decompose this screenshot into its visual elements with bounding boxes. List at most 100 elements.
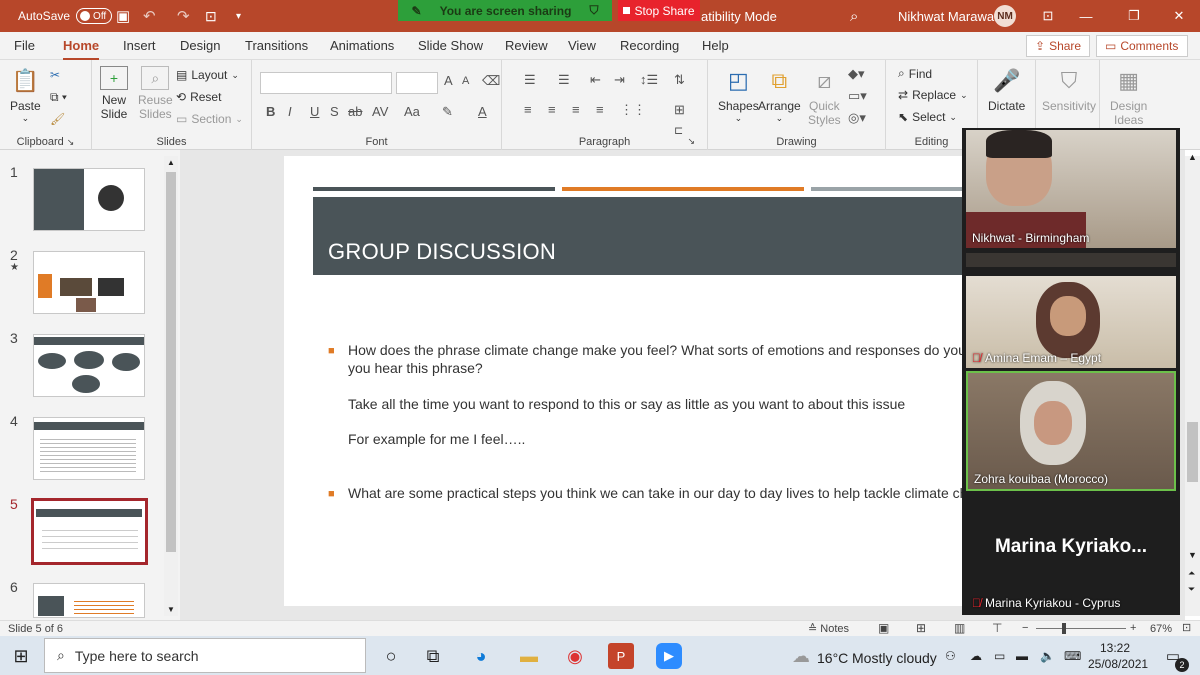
keyboard-icon[interactable]: ⌨ xyxy=(1064,649,1081,663)
zoom-in-icon[interactable]: + xyxy=(1130,622,1136,634)
font-size-combo[interactable] xyxy=(396,72,438,94)
scroll-up-icon[interactable]: ▲ xyxy=(167,158,175,167)
reset-button[interactable]: ⟲ Reset xyxy=(176,90,221,104)
close-icon[interactable]: ✕ xyxy=(1160,0,1198,32)
chrome-icon[interactable]: ◉ xyxy=(562,643,588,669)
participant-tile-4[interactable]: Marina Kyriako... 🎙̸ Marina Kyriakou - Cy… xyxy=(966,494,1176,613)
tab-help[interactable]: Help xyxy=(702,38,729,53)
zoom-slider-thumb[interactable] xyxy=(1062,623,1066,634)
participant-tile-1[interactable]: Nikhwat - Birmingham xyxy=(966,130,1176,248)
text-direction-icon[interactable]: ⇅ xyxy=(674,72,685,88)
align-text-icon[interactable]: ⊞ xyxy=(674,102,685,118)
tab-home[interactable]: Home xyxy=(63,38,100,61)
bold-button[interactable]: B xyxy=(266,104,275,119)
shrink-font-icon[interactable]: A xyxy=(462,75,469,87)
editor-scrollbar[interactable]: ▲ ▼ ⏶ ⏷ xyxy=(1185,152,1200,616)
fit-to-window-icon[interactable]: ⊡ xyxy=(1182,621,1191,634)
tab-slide-show[interactable]: Slide Show xyxy=(418,38,483,53)
thumbnail-scrollbar[interactable]: ▲ ▼ xyxy=(164,156,178,616)
onedrive-icon[interactable]: ☁ xyxy=(970,649,982,663)
scroll-thumb[interactable] xyxy=(166,172,176,552)
align-left-icon[interactable]: ≡ xyxy=(524,102,532,117)
clear-format-icon[interactable]: ⌫ xyxy=(482,73,500,89)
layout-button[interactable]: ▤ Layout ⌄ xyxy=(176,68,239,82)
cortana-icon[interactable]: ○ xyxy=(378,643,404,669)
zoom-level[interactable]: 67% xyxy=(1150,623,1172,635)
slideshow-icon[interactable]: ⊤ xyxy=(992,621,1002,635)
scroll-up-icon[interactable]: ▲ xyxy=(1188,152,1197,162)
scroll-down-icon[interactable]: ▼ xyxy=(1188,550,1197,560)
slide-thumbnail-1[interactable] xyxy=(33,168,145,231)
font-color-button[interactable]: A xyxy=(478,104,487,119)
align-center-icon[interactable]: ≡ xyxy=(548,102,556,117)
scroll-down-icon[interactable]: ▼ xyxy=(167,605,175,614)
zoom-app-icon[interactable]: ▶ xyxy=(656,643,682,669)
customize-qat-icon[interactable]: ▾ xyxy=(236,0,241,32)
shapes-button[interactable]: ◰ Shapes ⌄ xyxy=(718,66,759,124)
user-avatar[interactable]: NM xyxy=(994,0,1016,32)
cut-icon[interactable]: ✂ xyxy=(50,68,60,82)
dictate-button[interactable]: 🎤 Dictate xyxy=(988,66,1025,113)
quick-styles-button[interactable]: ⧄ Quick Styles xyxy=(808,66,841,127)
shadow-button[interactable]: S xyxy=(330,104,339,119)
search-icon[interactable]: ⌕ xyxy=(850,0,858,32)
justify-icon[interactable]: ≡ xyxy=(596,102,604,117)
task-view-icon[interactable]: ⧉ xyxy=(420,643,446,669)
autosave[interactable]: AutoSave Off xyxy=(18,0,113,32)
save-icon[interactable]: ▣ xyxy=(116,0,130,32)
slide-title-box[interactable]: GROUP DISCUSSION xyxy=(313,197,993,275)
file-explorer-icon[interactable]: ▬ xyxy=(516,643,542,669)
restore-icon[interactable]: ❐ xyxy=(1115,0,1153,32)
clock-time[interactable]: 13:22 xyxy=(1100,641,1130,655)
notes-button[interactable]: ≙ Notes xyxy=(808,622,849,635)
tab-insert[interactable]: Insert xyxy=(123,38,156,53)
tab-animations[interactable]: Animations xyxy=(330,38,394,53)
increase-indent-icon[interactable]: ⇥ xyxy=(614,72,625,88)
slide-thumbnail-3[interactable] xyxy=(33,334,145,397)
decrease-indent-icon[interactable]: ⇤ xyxy=(590,72,601,88)
redo-icon[interactable]: ↷ xyxy=(177,0,190,32)
windows-start-icon[interactable]: ⊞ xyxy=(8,643,34,669)
zoom-out-icon[interactable]: − xyxy=(1022,622,1028,634)
normal-view-icon[interactable]: ▣ xyxy=(878,621,889,635)
taskbar-search[interactable]: ⌕ Type here to search xyxy=(44,638,366,673)
grow-font-icon[interactable]: A xyxy=(444,73,453,88)
powerpoint-icon[interactable]: P xyxy=(608,643,634,669)
design-ideas-button[interactable]: ▦ Design Ideas xyxy=(1110,66,1147,127)
scroll-thumb[interactable] xyxy=(1187,422,1198,482)
next-slide-icon[interactable]: ⏷ xyxy=(1188,584,1195,595)
current-slide[interactable]: GROUP DISCUSSION ■ How does the phrase c… xyxy=(284,156,1011,606)
slide-thumbnail-5[interactable] xyxy=(31,498,148,565)
autosave-toggle[interactable]: Off xyxy=(76,8,113,24)
weather-icon[interactable]: ☁ xyxy=(788,643,814,669)
clock-date[interactable]: 25/08/2021 xyxy=(1088,657,1148,671)
shape-fill-icon[interactable]: ◆▾ xyxy=(848,66,865,82)
present-icon[interactable]: ⊡ xyxy=(205,0,217,32)
participant-tile-2[interactable]: 🎙̸ Amina Emam – Egypt xyxy=(966,276,1176,368)
change-case-button[interactable]: Aa xyxy=(404,104,420,119)
align-right-icon[interactable]: ≡ xyxy=(572,102,580,117)
section-button[interactable]: ▭ Section ⌄ xyxy=(176,112,243,126)
minimize-icon[interactable]: — xyxy=(1067,0,1105,32)
slide-thumbnail-6[interactable] xyxy=(33,583,145,618)
numbering-icon[interactable]: ☰ xyxy=(558,72,570,88)
columns-icon[interactable]: ⋮⋮ xyxy=(620,102,646,118)
italic-button[interactable]: I xyxy=(288,104,292,119)
underline-button[interactable]: U xyxy=(310,104,319,119)
copy-icon[interactable]: ⧉ ▾ xyxy=(50,90,67,105)
edge-icon[interactable]: ◕ xyxy=(468,643,494,669)
format-painter-icon[interactable]: 🖌 xyxy=(50,112,65,126)
network-icon[interactable]: ▭ xyxy=(994,649,1005,663)
user-name[interactable]: Nikhwat Marawat xyxy=(898,0,998,32)
select-button[interactable]: ⬉ Select ⌄ xyxy=(898,110,957,124)
participant-tile-3[interactable]: Zohra kouibaa (Morocco) xyxy=(966,371,1176,491)
comments-button[interactable]: ▭ Comments xyxy=(1096,35,1188,57)
slide-thumbnail-4[interactable] xyxy=(33,417,145,480)
find-button[interactable]: ⌕ Find xyxy=(898,66,932,81)
sensitivity-button[interactable]: ⛉ Sensitivity xyxy=(1042,66,1096,113)
battery-icon[interactable]: ▬ xyxy=(1016,649,1028,663)
tab-file[interactable]: File xyxy=(14,38,35,53)
slide-sorter-icon[interactable]: ⊞ xyxy=(916,621,926,635)
weather-temp[interactable]: 16°C xyxy=(817,650,848,666)
tab-transitions[interactable]: Transitions xyxy=(245,38,308,53)
